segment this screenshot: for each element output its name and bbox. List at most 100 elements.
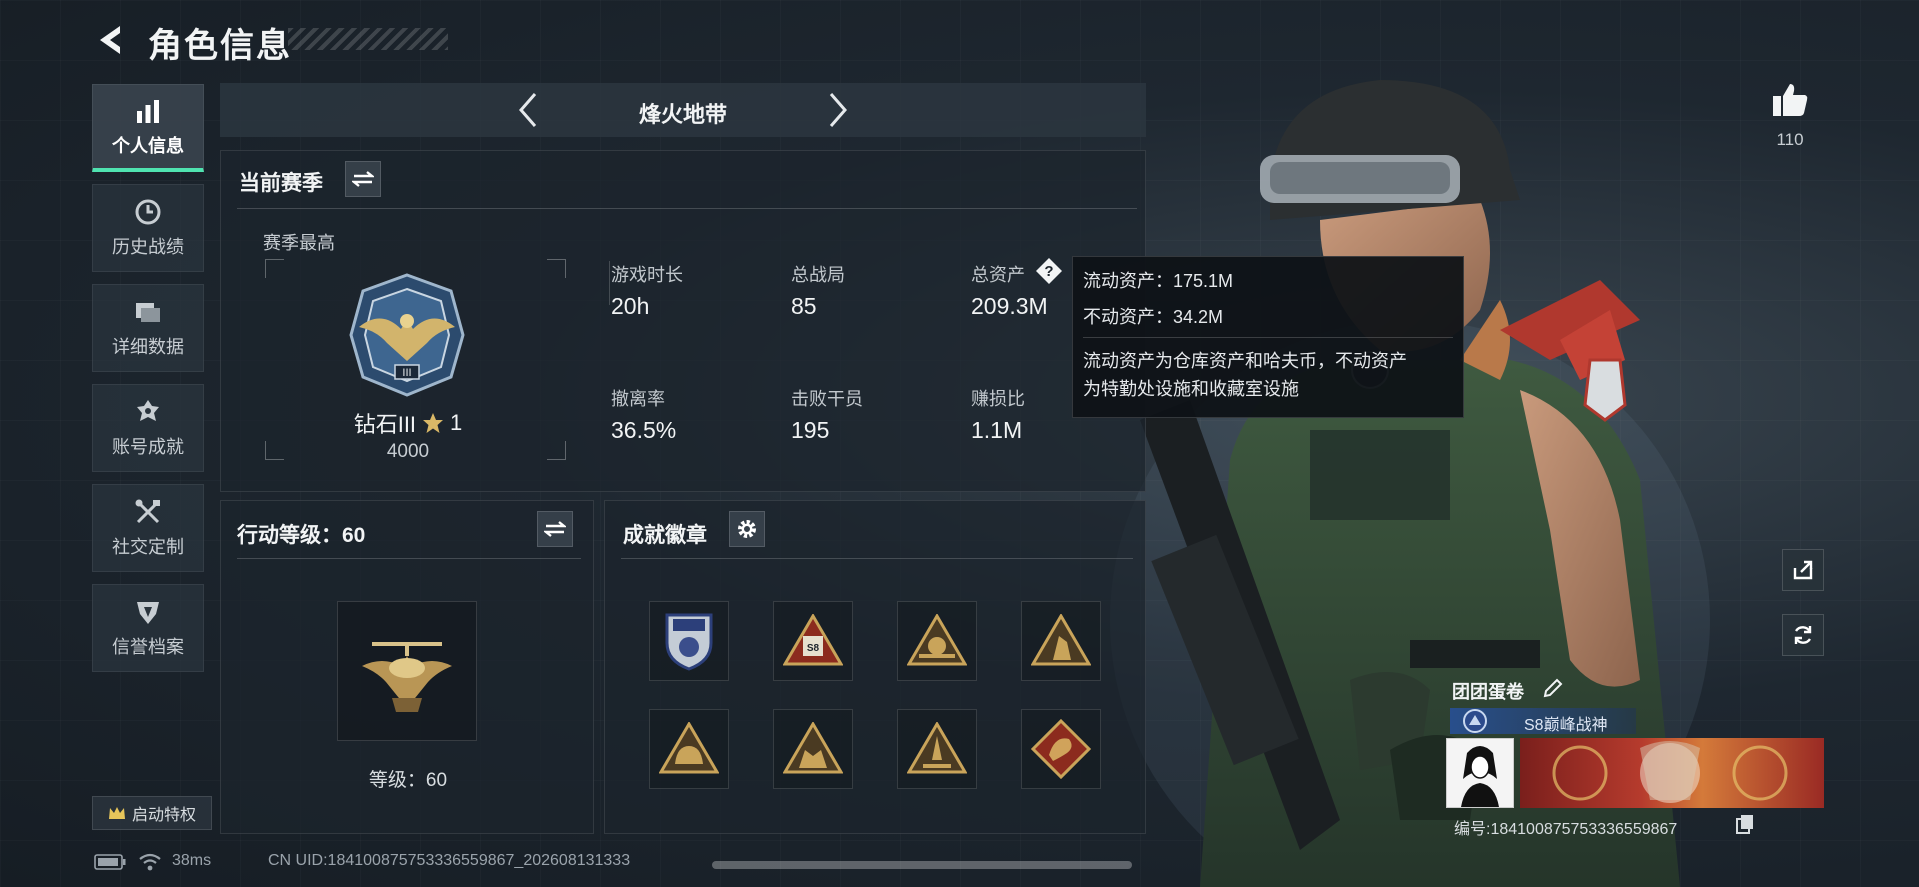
avatar-figure-icon [1461,746,1499,807]
next-mode-button[interactable] [820,91,856,129]
divider [621,558,1133,559]
like-button[interactable] [1770,80,1810,120]
crown-icon [108,807,125,819]
helmet-badge-icon [659,722,719,774]
sidebar-item-history[interactable]: 历史战绩 [92,184,204,272]
badge-slot[interactable] [897,601,977,681]
swap-icon [352,171,374,187]
refresh-button[interactable] [1782,614,1824,656]
folder-icon [133,297,163,327]
tools-icon [133,497,163,527]
svg-text:?: ? [1044,263,1053,280]
wifi-icon [139,853,161,871]
badge-slot[interactable] [1021,601,1101,681]
share-icon [1793,560,1813,580]
sidebar-item-credit[interactable]: 信誉档案 [92,584,204,672]
achievement-icon [133,397,163,427]
stat-value-kills: 195 [791,417,830,443]
svg-text:S8: S8 [807,643,820,654]
clock-icon [133,197,163,227]
badges-title: 成就徽章 [623,524,707,547]
title-decoration [288,28,448,50]
gear-icon [738,520,756,538]
privilege-label: 启动特权 [131,807,196,824]
back-button[interactable] [92,22,128,58]
sidebar-item-social[interactable]: 社交定制 [92,484,204,572]
action-level-panel: 行动等级：60 等级：60 [220,500,594,834]
badge-slot[interactable]: S8 [773,601,853,681]
stat-label-total-assets: 总资产 [971,265,1025,285]
stat-value-matches: 85 [791,293,817,319]
banner-pattern-icon [1552,741,1788,803]
credit-shield-icon [133,597,163,627]
battery-icon [94,854,126,870]
diamond-rank-emblem-icon: III [349,273,465,397]
chevron-right-icon [829,93,847,127]
rocket-badge-icon [907,722,967,774]
assets-help-button[interactable]: ? [1035,257,1063,285]
season-panel: 当前赛季 赛季最高 III 钻石III 1 4000 游戏时长 20h 总战局 … [220,150,1146,492]
badge-slot[interactable] [773,709,853,789]
title-emblem-icon [1463,709,1487,733]
sidebar-item-personal-info[interactable]: 个人信息 [92,84,204,172]
badge-slot[interactable] [897,709,977,789]
badge-slot[interactable] [649,709,729,789]
swap-icon [544,521,566,537]
page-title: 角色信息 [148,27,292,65]
player-banner [1520,738,1824,808]
level-label: 等级：60 [368,770,448,791]
bar-chart-icon [133,96,163,126]
tooltip-description-1: 流动资产为仓库资产和哈夫币，不动资产 [1083,351,1407,371]
mode-name: 烽火地带 [638,102,727,127]
stat-value-playtime: 20h [611,293,650,319]
rank-stars: 1 [450,410,463,435]
season-switch-button[interactable] [345,161,381,197]
sidebar-item-label: 个人信息 [112,135,184,156]
badges-settings-button[interactable] [729,511,765,547]
stat-label-matches: 总战局 [791,265,845,285]
like-count: 110 [1776,130,1804,149]
stat-value-total-assets: 209.3M [971,293,1048,319]
stat-value-extract-rate: 36.5% [611,417,677,443]
stat-label-playtime: 游戏时长 [611,265,683,285]
tooltip-liquid-assets: 流动资产：175.1M [1083,271,1234,291]
stat-tick [609,261,610,305]
stat-label-extract-rate: 撤离率 [611,389,665,409]
stat-label-profit-ratio: 赚损比 [971,389,1025,409]
sidebar-item-label: 账号成就 [112,437,184,457]
badge-slot[interactable] [649,601,729,681]
uid-label: CN UID:184100875753336559867_20260813133… [268,852,631,869]
s8-badge-icon: S8 [783,614,843,666]
frame-corner [547,259,566,278]
sidebar-item-achievements[interactable]: 账号成就 [92,384,204,472]
season-best-label: 赛季最高 [263,233,335,253]
dragon-badge-icon [1031,719,1091,779]
edit-name-button[interactable] [1542,677,1564,699]
mode-selector: 烽火地带 [220,83,1146,137]
player-avatar[interactable] [1446,738,1514,808]
player-title: S8巅峰战神 [1524,717,1608,734]
frame-corner [547,441,566,460]
player-name: 团团蛋卷 [1452,682,1524,702]
tooltip-description-2: 为特勤处设施和收藏室设施 [1083,379,1299,399]
badge-slot[interactable] [1021,709,1101,789]
tooltip-fixed-assets: 不动资产：34.2M [1083,307,1224,327]
sidebar-item-label: 社交定制 [112,537,184,557]
back-arrow-icon [100,26,120,54]
pencil-icon [1543,678,1563,698]
question-icon: ? [1036,258,1062,284]
share-button[interactable] [1782,549,1824,591]
copy-icon [1736,815,1753,834]
assets-tooltip: 流动资产：175.1M 不动资产：34.2M 流动资产为仓库资产和哈夫币，不动资… [1072,256,1464,418]
horizontal-scrollbar[interactable] [712,861,1132,869]
gold-triangle-badge-icon [907,614,967,666]
divider [237,558,581,559]
svg-text:III: III [402,367,411,379]
frame-corner [265,259,284,278]
stat-label-kills: 击败干员 [791,389,863,409]
copy-id-button[interactable] [1736,814,1754,834]
squad-badge-icon [783,722,843,774]
action-level-switch-button[interactable] [537,511,573,547]
privilege-button[interactable]: 启动特权 [92,796,212,830]
sidebar-item-detailed-data[interactable]: 详细数据 [92,284,204,372]
